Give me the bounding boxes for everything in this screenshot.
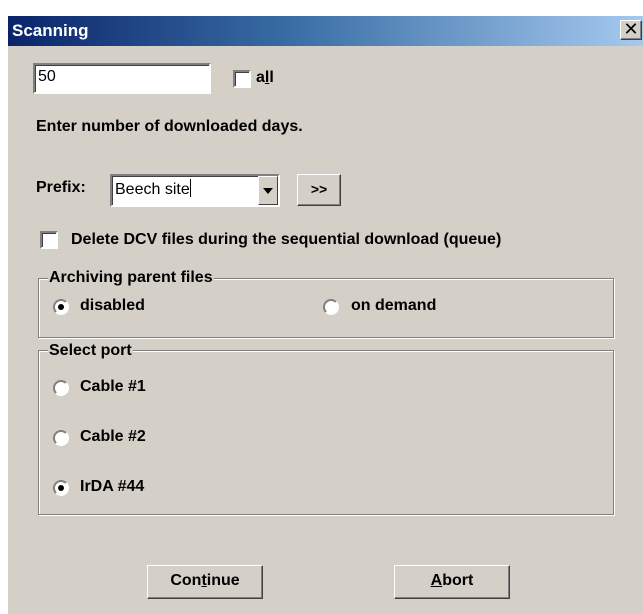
delete-dcv-checkbox[interactable] [40,231,58,249]
port-irda-label[interactable]: IrDA #44 [80,477,144,497]
port-caption: Select port [48,342,133,360]
days-input-value: 50 [38,68,56,85]
archiving-caption: Archiving parent files [48,269,214,287]
scanning-dialog: Scanning ✕ 50 all Enter number of downlo… [7,15,643,614]
all-checkbox[interactable] [233,70,251,88]
port-cable1-label[interactable]: Cable #1 [80,377,146,397]
prefix-more-button[interactable]: >> [297,174,341,206]
prefix-label: Prefix: [36,179,86,196]
title-bar[interactable]: Scanning ✕ [8,16,643,46]
port-cable2-radio[interactable] [53,430,69,446]
continue-button[interactable]: Continue [147,565,263,599]
archiving-disabled-label[interactable]: disabled [80,296,145,316]
window-title: Scanning [12,21,89,40]
delete-dcv-label[interactable]: Delete DCV files during the sequential d… [71,230,501,250]
archiving-disabled-radio[interactable] [53,299,69,315]
archiving-on-demand-radio[interactable] [323,299,339,315]
chevron-down-icon[interactable] [258,176,278,205]
archiving-on-demand-label[interactable]: on demand [351,296,436,316]
prefix-dropdown[interactable]: Beech site [110,174,280,207]
prefix-value: Beech site [115,181,190,198]
port-irda-radio[interactable] [53,480,69,496]
abort-button[interactable]: Abort [394,565,510,599]
port-cable2-label[interactable]: Cable #2 [80,427,146,447]
days-instruction: Enter number of downloaded days. [36,118,303,135]
days-input[interactable]: 50 [33,63,211,94]
all-checkbox-label[interactable]: all [256,68,274,88]
close-icon[interactable]: ✕ [620,20,642,40]
port-cable1-radio[interactable] [53,380,69,396]
